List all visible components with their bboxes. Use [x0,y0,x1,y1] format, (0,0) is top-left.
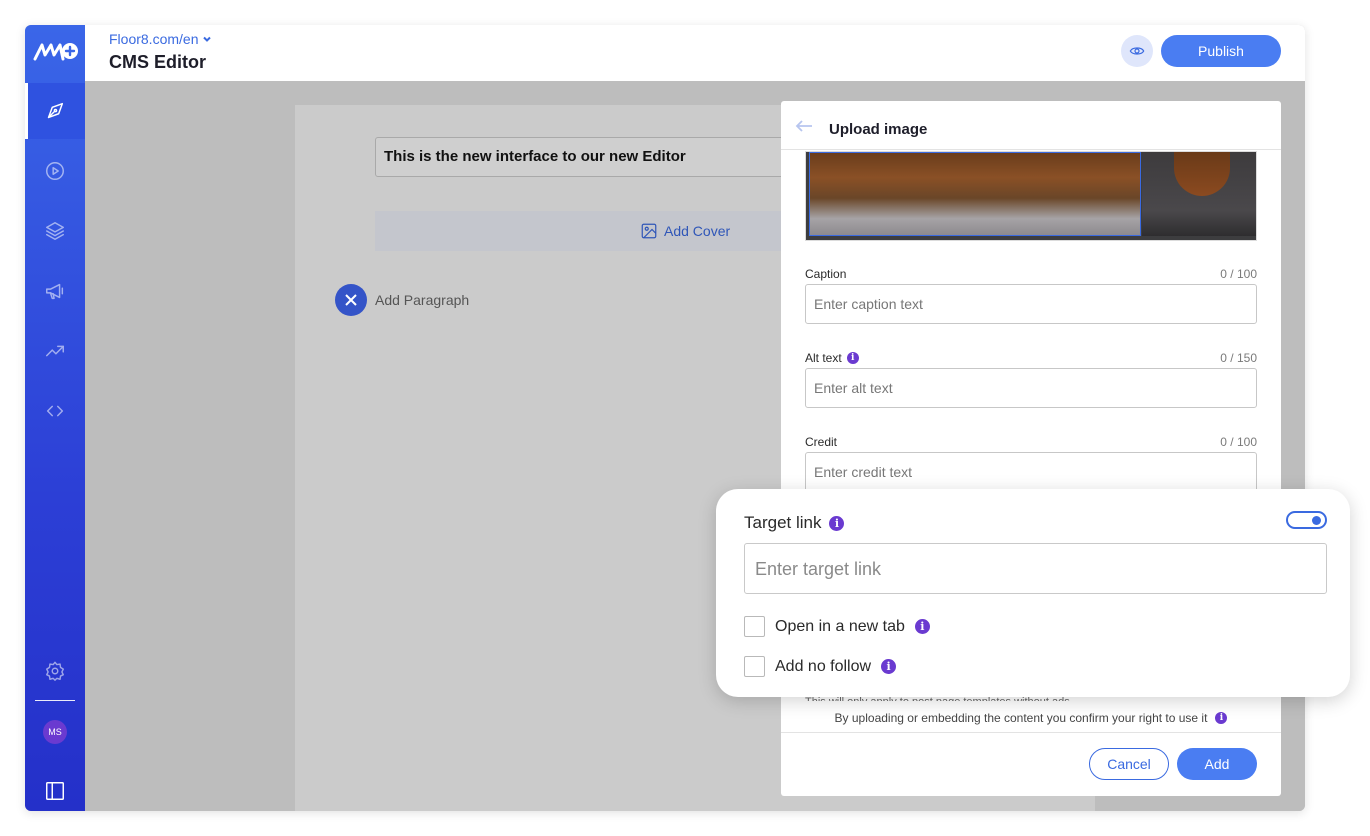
top-header: Floor8.com/en CMS Editor Publish [85,25,1305,81]
sidebar-item-analytics[interactable] [25,323,85,379]
sidebar-divider [35,700,75,701]
target-link-input[interactable]: Enter target link [744,543,1327,594]
alt-text-input[interactable]: Enter alt text [805,368,1257,408]
open-new-tab-row[interactable]: Open in a new tab i [744,616,930,637]
rights-confirm-note: By uploading or embedding the content yo… [781,711,1281,725]
panel-header: Upload image [781,101,1281,150]
page-title: CMS Editor [109,52,206,72]
add-button[interactable]: Add [1177,748,1257,780]
site-selector[interactable]: Floor8.com/en [109,31,212,47]
sidebar-item-layers[interactable] [25,203,85,259]
add-cover-label: Add Cover [664,223,731,239]
alt-text-count: 0 / 150 [1220,351,1257,365]
play-circle-icon [46,162,64,180]
site-selector-label: Floor8.com/en [109,31,199,47]
alt-text-label: Alt text i [805,351,859,365]
alt-text-label-text: Alt text [805,351,842,365]
target-link-title: Target link [744,513,822,532]
feather-pen-icon [47,102,64,119]
caption-input[interactable]: Enter caption text [805,284,1257,324]
cancel-button[interactable]: Cancel [1089,748,1169,780]
info-icon[interactable]: i [881,659,897,674]
sidebar-item-settings[interactable] [25,643,85,699]
credit-label: Credit [805,435,837,449]
open-new-tab-label: Open in a new tab [775,617,905,635]
brand-logo-icon[interactable] [33,39,79,63]
target-link-header: Target link i [744,513,845,533]
sidebar-item-media[interactable] [25,143,85,199]
publish-button[interactable]: Publish [1161,35,1281,67]
sidebar-panel-icon [46,782,64,800]
credit-count: 0 / 100 [1220,435,1257,449]
sidebar-collapse-toggle[interactable] [25,763,85,811]
no-follow-label: Add no follow [775,657,872,675]
panel-footer-divider [781,732,1281,733]
eye-icon [1129,47,1145,55]
image-icon [641,223,657,239]
sidebar-item-code[interactable] [25,383,85,439]
sidebar-item-editor[interactable] [25,83,85,139]
sidebar: MS [25,25,85,811]
preview-button[interactable] [1121,35,1153,67]
info-icon[interactable]: i [1215,712,1228,724]
add-paragraph-button[interactable] [335,284,367,316]
rights-confirm-text: By uploading or embedding the content yo… [834,711,1208,725]
close-icon [345,294,357,306]
add-paragraph-label: Add Paragraph [375,292,470,308]
chevron-down-icon [203,36,212,42]
trending-up-icon [46,345,64,357]
info-icon[interactable]: i [914,619,930,634]
code-icon [46,405,64,417]
info-icon[interactable]: i [829,515,845,531]
image-crop-area[interactable] [809,152,1141,236]
add-cover-button[interactable]: Add Cover [640,222,730,240]
credit-input[interactable]: Enter credit text [805,452,1257,492]
megaphone-icon [46,283,64,300]
credit-label-text: Credit [805,435,838,449]
sidebar-item-campaigns[interactable] [25,263,85,319]
arrow-left-icon [795,120,812,132]
info-icon[interactable]: i [846,352,859,364]
no-follow-row[interactable]: Add no follow i [744,656,897,677]
caption-label: Caption [805,267,846,281]
open-new-tab-checkbox[interactable] [744,616,765,637]
target-link-toggle[interactable] [1286,511,1327,529]
layers-icon [46,222,64,240]
gear-icon [46,661,64,681]
no-follow-checkbox[interactable] [744,656,765,677]
image-preview [805,151,1257,241]
target-link-card: Target link i Enter target link Open in … [716,489,1350,697]
caption-count: 0 / 100 [1220,267,1257,281]
back-button[interactable] [795,119,813,133]
add-cover-bar[interactable]: Add Cover [375,211,795,251]
article-title-input[interactable]: This is the new interface to our new Edi… [375,137,795,177]
panel-title: Upload image [829,121,928,138]
avatar[interactable]: MS [43,720,67,744]
caption-label-text: Caption [805,267,847,281]
